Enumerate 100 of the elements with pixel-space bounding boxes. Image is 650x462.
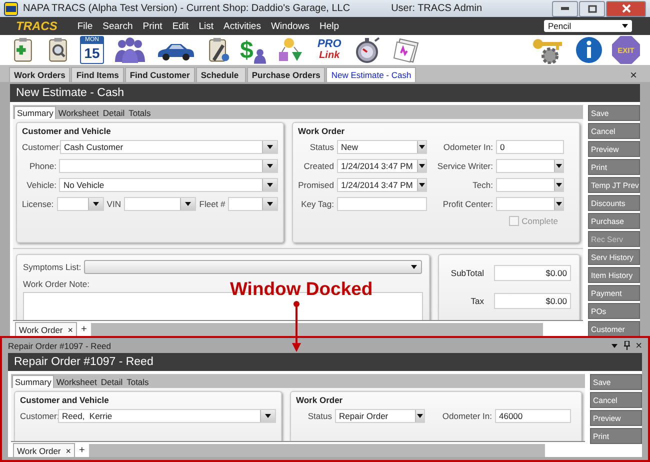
prolink-logo[interactable]: PRO Link [314, 36, 344, 64]
dropdown-button[interactable] [417, 160, 426, 172]
user-dropdown[interactable]: Pencil [544, 20, 632, 32]
minimize-button[interactable] [552, 0, 578, 16]
field-label: Odometer In: [441, 411, 492, 421]
tab[interactable]: Totals [126, 107, 153, 119]
close-button[interactable]: × [630, 68, 637, 82]
odometer-field[interactable]: 0 [496, 140, 564, 154]
menu-item[interactable]: Search [102, 20, 133, 32]
menu-item[interactable]: Help [320, 20, 340, 32]
dropdown-button[interactable] [262, 198, 277, 210]
dropdown-button[interactable] [415, 410, 424, 422]
field-label: Tech: [472, 180, 493, 190]
tab[interactable]: Work Order × [15, 322, 78, 336]
field-label: Status [308, 142, 334, 152]
add-tab-button[interactable]: + [77, 323, 91, 336]
vehicle-field[interactable]: No Vehicle [59, 178, 278, 192]
dropdown-button[interactable] [88, 198, 103, 210]
info-icon[interactable] [575, 36, 603, 64]
field-label: Promised [298, 180, 334, 190]
field-label: Service Writer: [436, 161, 493, 171]
field-label: Created [302, 161, 334, 171]
tab[interactable]: Detail [98, 376, 125, 388]
tab[interactable]: Purchase Orders [246, 67, 326, 82]
customer-field[interactable]: Reed, Kerrie [58, 409, 276, 423]
tab[interactable]: New Estimate - Cash [326, 67, 416, 82]
menu-item[interactable]: File [77, 20, 93, 32]
user-label: User: TRACS Admin [391, 3, 482, 14]
tech-field[interactable] [496, 178, 564, 192]
maximize-button[interactable] [579, 0, 605, 16]
menu-item[interactable]: Windows [270, 20, 310, 32]
dropdown-button[interactable] [262, 160, 277, 172]
dropdown-button[interactable] [554, 160, 563, 172]
tab[interactable]: Schedule [196, 67, 246, 82]
tab[interactable]: Work Order × [13, 443, 76, 457]
license-field[interactable] [56, 197, 104, 211]
tab[interactable]: Summary [12, 375, 54, 388]
caret-icon [622, 24, 628, 28]
dropdown-button[interactable] [262, 141, 277, 153]
close-button[interactable]: × [66, 446, 72, 456]
field-label: License: [22, 199, 54, 209]
dropdown-button[interactable] [180, 198, 196, 210]
key-tag-field[interactable] [337, 197, 427, 211]
tab[interactable]: Find Items [71, 67, 124, 82]
caret-icon [267, 183, 273, 187]
close-button[interactable]: × [68, 324, 74, 334]
odometer-field[interactable]: 46000 [495, 409, 571, 423]
checkbox-label: Complete [522, 216, 558, 226]
dropdown-button[interactable] [417, 141, 426, 153]
close-icon [622, 4, 630, 13]
caret-icon [411, 265, 418, 269]
close-button[interactable] [606, 0, 646, 16]
dropdown-button[interactable] [262, 179, 277, 191]
menu-item[interactable]: Activities [223, 20, 261, 32]
date-field[interactable]: 1/24/2014 3:47 PM [337, 178, 427, 192]
caret-icon [267, 164, 273, 168]
caret-icon [556, 183, 562, 187]
caret-icon[interactable] [610, 344, 618, 348]
menu-item[interactable]: Edit [172, 20, 189, 32]
panel-title: Customer and Vehicle [20, 395, 110, 405]
tab[interactable]: Summary [14, 106, 56, 119]
people-icon[interactable] [113, 36, 147, 64]
status-field[interactable]: Repair Order [335, 409, 425, 423]
dropdown-button[interactable] [260, 410, 275, 422]
annotation-label: Window Docked [230, 278, 373, 300]
field-label: Profit Center: [442, 199, 493, 209]
maximize-icon [588, 4, 596, 12]
caret-icon [92, 202, 99, 206]
menu-item[interactable]: Print [142, 20, 162, 32]
caret-icon [419, 183, 425, 187]
tab[interactable]: Work Orders [9, 67, 70, 82]
close-button[interactable]: × [636, 340, 642, 352]
field-label: Phone: [28, 161, 56, 171]
fleet-field[interactable] [228, 197, 278, 211]
phone-field[interactable] [59, 159, 278, 173]
service-writer-field[interactable] [496, 159, 564, 173]
app-logo: TRACS [16, 19, 58, 33]
caret-icon [267, 202, 273, 206]
pin-icon[interactable] [624, 341, 630, 350]
field-label: Work Order Note: [23, 279, 90, 289]
vin-field[interactable] [124, 197, 196, 211]
total-label: Tax [470, 296, 484, 306]
customer-field[interactable]: Cash Customer [60, 140, 278, 154]
add-tab-button[interactable]: + [75, 444, 89, 457]
tab[interactable]: Worksheet [54, 376, 99, 388]
tab[interactable]: Totals [124, 376, 151, 388]
dropdown-button[interactable] [554, 179, 563, 191]
window-title: Repair Order #1097 - Reed [8, 340, 112, 350]
minimize-icon [561, 7, 569, 10]
tab[interactable]: Find Customer [124, 67, 195, 82]
tab[interactable]: Worksheet [56, 107, 101, 119]
dropdown-button[interactable] [417, 179, 426, 191]
caret-icon [556, 202, 562, 206]
status-field[interactable]: New [337, 140, 427, 154]
dropdown-button[interactable] [554, 198, 563, 210]
field-label: Fleet # [199, 199, 226, 209]
profit-center-field[interactable] [496, 197, 564, 211]
tab[interactable]: Detail [100, 107, 127, 119]
menu-item[interactable]: List [198, 20, 214, 32]
date-field[interactable]: 1/24/2014 3:47 PM [337, 159, 427, 173]
